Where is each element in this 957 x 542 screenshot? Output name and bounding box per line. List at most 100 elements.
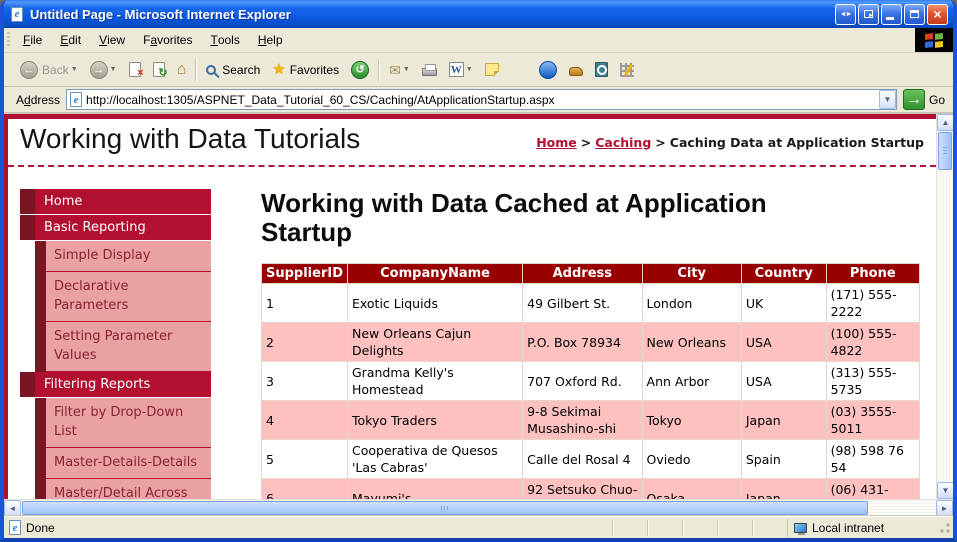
page-header: Working with Data Tutorials Home > Caching…	[8, 119, 936, 167]
stop-button[interactable]: ×	[123, 59, 147, 80]
page-body: HomeBasic ReportingSimple DisplayDeclara…	[8, 167, 936, 499]
browser-viewport: Working with Data Tutorials Home > Caching…	[4, 114, 953, 499]
forward-icon: →	[90, 61, 108, 79]
mail-dropdown-icon: ▼	[403, 66, 410, 73]
scroll-right-button[interactable]: ►	[936, 500, 953, 517]
menu-help[interactable]: Help	[249, 28, 292, 52]
menu-grip[interactable]	[5, 32, 13, 48]
menu-tools[interactable]: Tools	[201, 28, 248, 52]
messenger-icon	[539, 61, 557, 79]
table-row: 4Tokyo Traders9-8 Sekimai Musashino-shiT…	[262, 401, 920, 440]
menu-favorites[interactable]: Favorites	[134, 28, 201, 52]
cell-phone: (06) 431-7877	[826, 479, 919, 499]
cell-companyname: New Orleans Cajun Delights	[348, 323, 523, 362]
cell-supplierid: 5	[262, 440, 348, 479]
sidebar-item-home[interactable]: Home	[20, 189, 211, 214]
back-button[interactable]: ← Back ▼	[14, 58, 84, 82]
resize-grip[interactable]	[939, 522, 951, 534]
sidebar-item-filter-by-drop-down-list[interactable]: Filter by Drop-Down List	[35, 398, 211, 448]
messenger-button[interactable]	[533, 58, 563, 82]
autofill-button[interactable]	[614, 60, 640, 80]
cell-city: New Orleans	[642, 323, 741, 362]
window-title: Untitled Page - Microsoft Internet Explo…	[30, 7, 835, 22]
scroll-left-button[interactable]: ◄	[4, 500, 21, 517]
go-label[interactable]: Go	[929, 93, 945, 107]
menu-edit[interactable]: Edit	[51, 28, 90, 52]
sidebar-item-declarative-parameters[interactable]: Declarative Parameters	[35, 272, 211, 322]
vertical-scrollbar[interactable]: ▲ ▼	[936, 114, 953, 499]
table-row: 5Cooperativa de Quesos 'Las Cabras'Calle…	[262, 440, 920, 479]
history-button[interactable]: ↺	[345, 58, 375, 82]
cell-address: P.O. Box 78934	[523, 323, 642, 362]
favorites-button[interactable]: ★ Favorites	[266, 59, 345, 80]
scroll-down-button[interactable]: ▼	[937, 482, 953, 499]
sidebar-item-simple-display[interactable]: Simple Display	[35, 241, 211, 272]
print-button[interactable]	[416, 60, 443, 79]
sidebar-item-label: Filtering Reports	[35, 372, 211, 397]
pan-arrows-button[interactable]: ◄►	[835, 4, 856, 25]
go-button[interactable]: →	[903, 89, 925, 110]
table-row: 2New Orleans Cajun DelightsP.O. Box 7893…	[262, 323, 920, 362]
sidebar-item-setting-parameter-values[interactable]: Setting Parameter Values	[35, 322, 211, 372]
address-url[interactable]: http://localhost:1305/ASPNET_Data_Tutori…	[86, 93, 879, 107]
cell-address: Calle del Rosal 4	[523, 440, 642, 479]
horizontal-scroll-thumb[interactable]	[22, 501, 868, 515]
breadcrumb-link-home[interactable]: Home	[536, 135, 577, 150]
scroll-up-button[interactable]: ▲	[937, 114, 953, 131]
menu-view[interactable]: View	[90, 28, 134, 52]
cell-country: Japan	[741, 479, 826, 499]
sidebar-stripe	[35, 398, 46, 448]
minimize-button[interactable]	[881, 4, 902, 25]
mobile-favorite-button[interactable]	[563, 61, 589, 79]
refresh-button[interactable]: ↻	[147, 59, 171, 80]
column-header-phone: Phone	[826, 264, 919, 284]
status-text: Done	[26, 521, 55, 535]
address-field[interactable]: e http://localhost:1305/ASPNET_Data_Tuto…	[66, 89, 897, 110]
table-row: 1Exotic Liquids49 Gilbert St.LondonUK(17…	[262, 284, 920, 323]
cell-companyname: Grandma Kelly's Homestead	[348, 362, 523, 401]
column-header-address: Address	[523, 264, 642, 284]
sidebar-stripe	[35, 322, 46, 372]
title-bar[interactable]: e Untitled Page - Microsoft Internet Exp…	[4, 0, 953, 28]
cell-country: USA	[741, 323, 826, 362]
search-icon	[206, 65, 216, 75]
forward-button[interactable]: → ▼	[84, 58, 123, 82]
research-button[interactable]	[589, 59, 614, 80]
maximize-button[interactable]	[904, 4, 925, 25]
table-header-row: SupplierIDCompanyNameAddressCityCountryP…	[262, 264, 920, 284]
sidebar-stripe	[35, 479, 46, 499]
search-button[interactable]: Search	[200, 60, 266, 80]
status-pane	[647, 520, 682, 536]
sidebar-notch	[20, 372, 35, 397]
site-title: Working with Data Tutorials	[20, 123, 360, 155]
sidebar-stripe	[35, 448, 46, 479]
sidebar-item-master-details-details[interactable]: Master-Details-Details	[35, 448, 211, 479]
suppliers-table: SupplierIDCompanyNameAddressCityCountryP…	[261, 263, 920, 499]
windows-flag-icon	[925, 32, 943, 49]
windows-flag-logo	[915, 28, 953, 52]
edit-with-word-button[interactable]: W ▼	[443, 59, 479, 80]
edit-dropdown-icon: ▼	[466, 66, 473, 73]
breadcrumb-separator: >	[655, 135, 665, 150]
sidebar-item-basic-reporting[interactable]: Basic Reporting	[20, 215, 211, 240]
popout-button[interactable]	[858, 4, 879, 25]
breadcrumb-link-caching[interactable]: Caching	[595, 135, 651, 150]
status-page-icon: e	[9, 520, 21, 535]
ie-page-glyph: e	[11, 7, 23, 22]
notes-button[interactable]	[479, 60, 505, 79]
back-dropdown-icon: ▼	[71, 66, 78, 73]
home-button[interactable]: ⌂	[171, 59, 193, 81]
sidebar-item-master-detail-across-two-pages[interactable]: Master/Detail Across Two Pages	[35, 479, 211, 499]
vertical-scroll-thumb[interactable]	[938, 132, 952, 170]
address-dropdown-button[interactable]: ▼	[879, 90, 896, 109]
sidebar-item-filtering-reports[interactable]: Filtering Reports	[20, 372, 211, 397]
window-controls: ◄► ×	[835, 4, 948, 25]
mail-button[interactable]: ✉ ▼	[383, 60, 416, 80]
horizontal-scrollbar[interactable]: ◄ ►	[4, 499, 953, 516]
cell-supplierid: 1	[262, 284, 348, 323]
close-button[interactable]: ×	[927, 4, 948, 25]
column-header-companyname: CompanyName	[348, 264, 523, 284]
menu-file[interactable]: File	[14, 28, 51, 52]
toolbar-separator	[195, 59, 197, 81]
sidebar-notch	[20, 215, 35, 240]
